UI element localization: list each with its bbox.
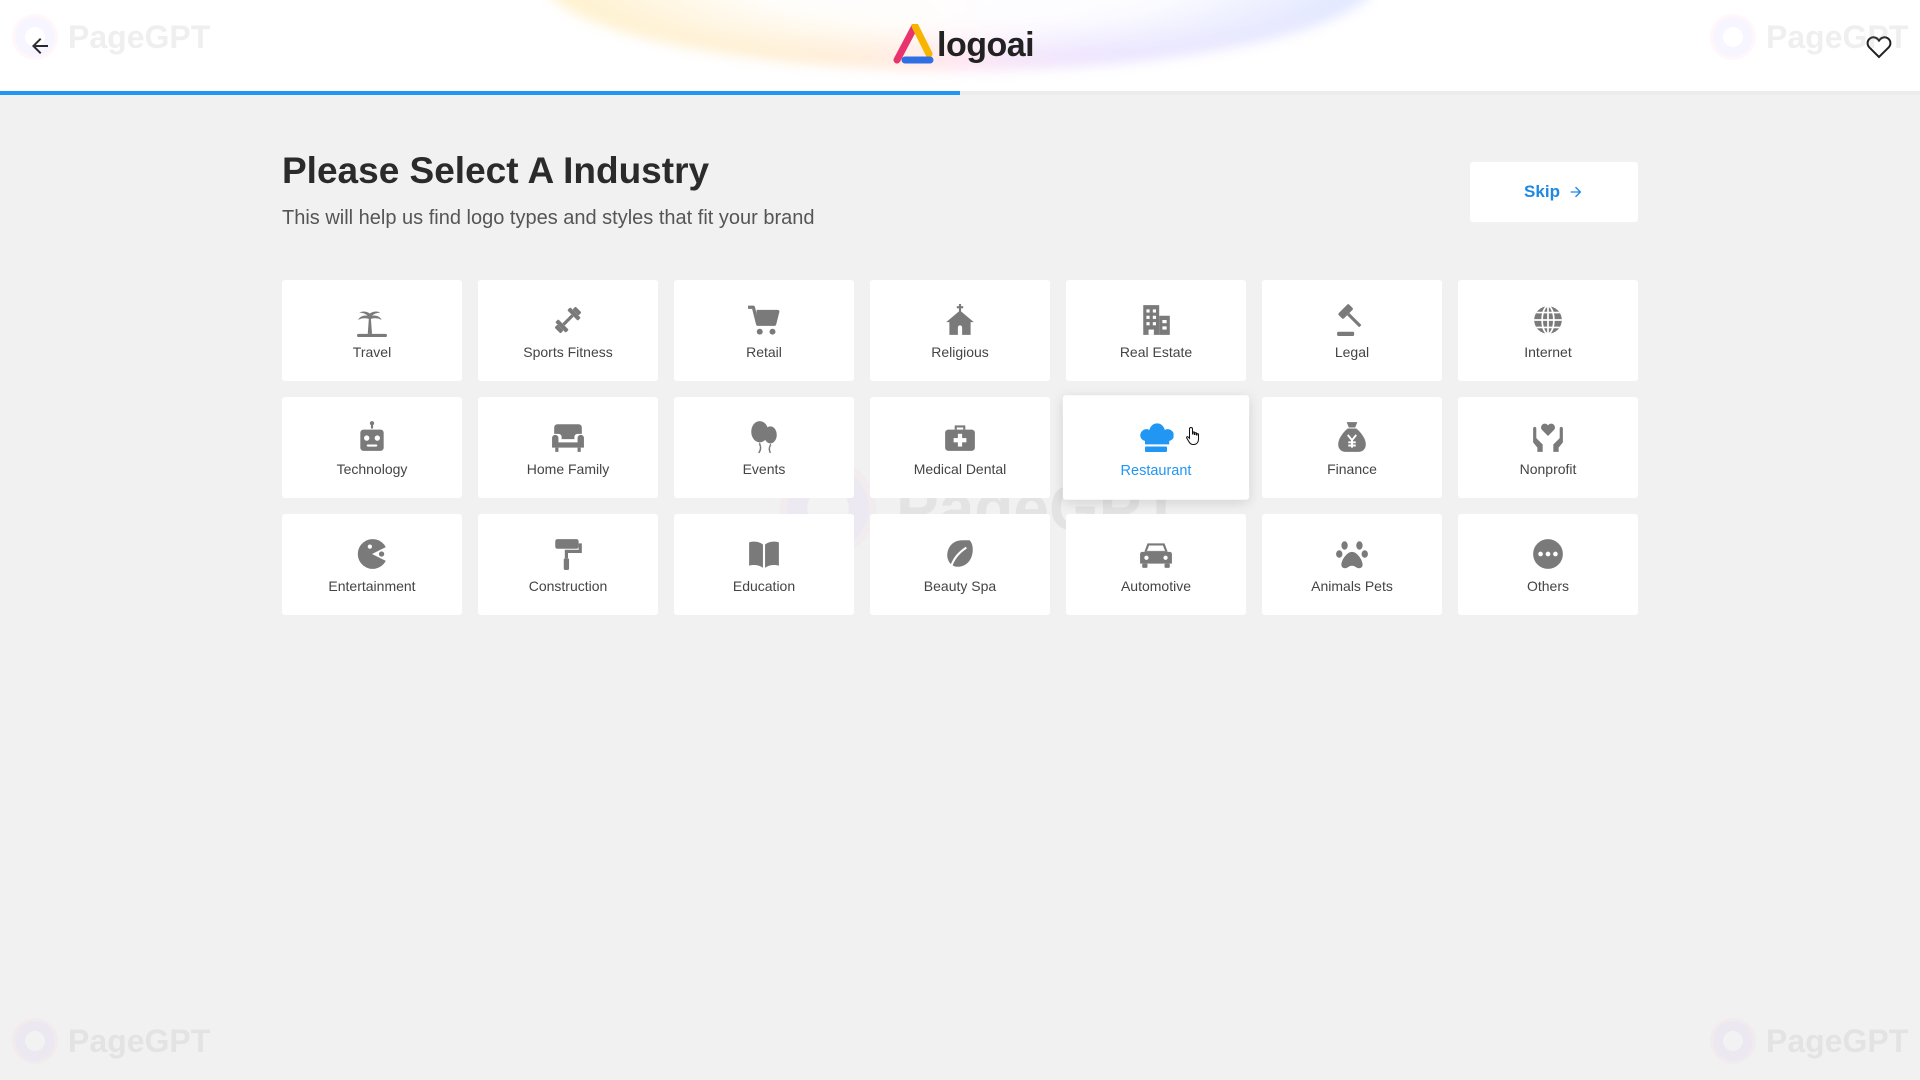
watermark-text: PageGPT: [68, 1022, 211, 1059]
page-title: Please Select A Industry: [282, 150, 710, 191]
globe-icon: [1530, 302, 1566, 338]
paw-icon: [1334, 536, 1370, 572]
industry-card-label: Legal: [1334, 343, 1370, 360]
industry-grid: Travel Sports Fitness Retail Religious Real …: [282, 280, 1638, 615]
industry-card-nonprofit[interactable]: Nonprofit: [1458, 397, 1638, 498]
more-dots-icon: [1530, 536, 1566, 572]
skip-button[interactable]: Skip: [1470, 162, 1638, 222]
book-open-icon: [746, 536, 782, 572]
watermark-bottom-right: PageGPT: [1710, 1018, 1908, 1064]
industry-card-label: Sports Fitness: [523, 343, 613, 360]
industry-card-label: Nonprofit: [1519, 460, 1577, 477]
industry-card-events[interactable]: Events: [674, 397, 854, 498]
industry-card-animals-pets[interactable]: Animals Pets: [1262, 514, 1442, 615]
industry-card-others[interactable]: Others: [1458, 514, 1638, 615]
skip-label: Skip: [1524, 182, 1560, 201]
watermark-logo-icon: [1710, 1018, 1756, 1064]
industry-card-label: Medical Dental: [913, 460, 1007, 477]
industry-card-religious[interactable]: Religious: [870, 280, 1050, 381]
arrow-right-icon: [1570, 186, 1582, 198]
dumbbell-icon: [550, 302, 586, 338]
industry-card-label: Real Estate: [1119, 343, 1193, 360]
industry-card-home-family[interactable]: Home Family: [478, 397, 658, 498]
gavel-icon: [1334, 302, 1370, 338]
back-button[interactable]: [22, 28, 58, 64]
palm-tree-icon: [354, 302, 390, 338]
industry-card-restaurant[interactable]: Restaurant: [1062, 395, 1250, 500]
industry-card-legal[interactable]: Legal: [1262, 280, 1442, 381]
industry-card-label: Home Family: [526, 460, 610, 477]
progress-bar-fill: [0, 91, 960, 95]
progress-bar: [0, 91, 1920, 95]
industry-card-label: Entertainment: [328, 577, 416, 594]
paint-roller-icon: [550, 536, 586, 572]
industry-card-retail[interactable]: Retail: [674, 280, 854, 381]
arrow-left-icon: [32, 38, 48, 54]
industry-card-label: Beauty Spa: [923, 577, 997, 594]
industry-card-label: Animals Pets: [1311, 577, 1393, 594]
logo-text: logoai: [937, 25, 1035, 64]
hands-heart-icon: [1530, 419, 1566, 455]
industry-card-internet[interactable]: Internet: [1458, 280, 1638, 381]
watermark-bottom-left: PageGPT: [12, 1018, 210, 1064]
car-icon: [1138, 536, 1174, 572]
watermark-text: PageGPT: [1766, 1022, 1909, 1059]
leaf-spa-icon: [942, 536, 978, 572]
industry-card-label: Others: [1526, 577, 1569, 594]
industry-card-label: Restaurant: [1120, 460, 1192, 478]
chef-hat-icon: [1137, 417, 1174, 454]
industry-card-label: Internet: [1524, 343, 1572, 360]
favorites-button[interactable]: [1862, 30, 1896, 64]
robot-icon: [354, 419, 390, 455]
industry-card-label: Religious: [931, 343, 989, 360]
armchair-icon: [550, 419, 586, 455]
industry-card-medical-dental[interactable]: Medical Dental: [870, 397, 1050, 498]
industry-card-label: Automotive: [1120, 577, 1192, 594]
top-header: logoai: [0, 0, 1920, 92]
industry-card-label: Retail: [746, 343, 782, 360]
building-icon: [1138, 302, 1174, 338]
industry-card-label: Technology: [336, 460, 408, 477]
industry-card-education[interactable]: Education: [674, 514, 854, 615]
industry-card-automotive[interactable]: Automotive: [1066, 514, 1246, 615]
church-icon: [942, 302, 978, 338]
industry-card-technology[interactable]: Technology: [282, 397, 462, 498]
money-bag-icon: [1334, 419, 1370, 455]
industry-card-label: Finance: [1327, 460, 1377, 477]
industry-card-label: Education: [732, 577, 796, 594]
shopping-cart-icon: [746, 302, 782, 338]
watermark-logo-icon: [12, 1018, 58, 1064]
medical-kit-icon: [942, 419, 978, 455]
logoai-logo: logoai: [893, 22, 1035, 66]
industry-card-finance[interactable]: Finance: [1262, 397, 1442, 498]
industry-card-label: Travel: [352, 343, 392, 360]
logo-triangle-icon: [893, 24, 934, 64]
industry-card-beauty-spa[interactable]: Beauty Spa: [870, 514, 1050, 615]
industry-card-label: Construction: [528, 577, 608, 594]
industry-card-construction[interactable]: Construction: [478, 514, 658, 615]
industry-card-sports-fitness[interactable]: Sports Fitness: [478, 280, 658, 381]
industry-card-travel[interactable]: Travel: [282, 280, 462, 381]
balloons-icon: [746, 419, 782, 455]
industry-card-real-estate[interactable]: Real Estate: [1066, 280, 1246, 381]
industry-card-entertainment[interactable]: Entertainment: [282, 514, 462, 615]
industry-card-label: Events: [742, 460, 786, 477]
heart-outline-icon: [1866, 36, 1892, 59]
pacman-icon: [354, 536, 390, 572]
page-subtitle: This will help us find logo types and st…: [282, 207, 815, 229]
